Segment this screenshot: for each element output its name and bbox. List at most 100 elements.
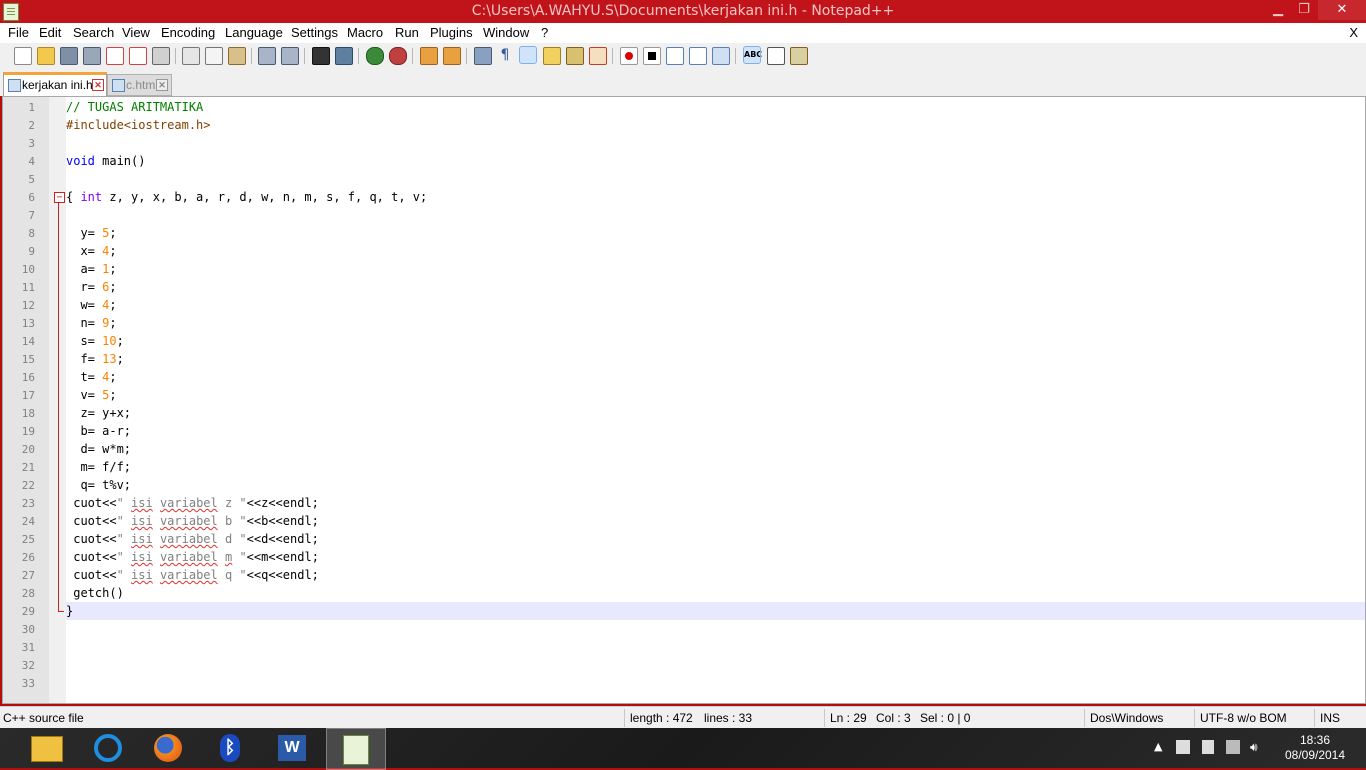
tab-c-htm[interactable]: c.htm ✕ xyxy=(107,74,172,96)
code-line[interactable]: cuot<<" isi variabel d "<<d<<endl; xyxy=(66,532,319,546)
sync-horizontal-icon[interactable] xyxy=(443,47,461,65)
menu-file[interactable]: File xyxy=(8,25,29,40)
find-icon[interactable] xyxy=(312,47,330,65)
code-line[interactable]: b= a-r; xyxy=(66,424,131,438)
code-line[interactable]: d= w*m; xyxy=(66,442,131,456)
code-editor[interactable]: 1 // TUGAS ARITMATIKA 2 #include<iostream.h… xyxy=(2,96,1366,704)
menu-help[interactable]: ? xyxy=(541,25,548,40)
code-line[interactable]: w= 4; xyxy=(66,298,116,312)
cut-icon[interactable] xyxy=(182,47,200,65)
bluetooth-icon[interactable]: ᛒ xyxy=(202,728,260,768)
code-line[interactable]: t= 4; xyxy=(66,370,116,384)
save-icon[interactable] xyxy=(60,47,78,65)
minimize-button[interactable]: ▁ xyxy=(1265,0,1291,20)
user-lang-icon[interactable] xyxy=(543,47,561,65)
code-line[interactable]: void main() xyxy=(66,154,145,168)
save-macro-icon[interactable] xyxy=(712,47,730,65)
menu-language[interactable]: Language xyxy=(225,25,283,40)
zoom-in-icon[interactable] xyxy=(366,47,384,65)
fold-collapse-icon[interactable]: − xyxy=(54,192,65,203)
close-all-icon[interactable] xyxy=(129,47,147,65)
firefox-icon[interactable] xyxy=(140,728,198,768)
function-list-icon[interactable] xyxy=(589,47,607,65)
volume-icon[interactable]: 🔊︎ xyxy=(1250,740,1258,755)
code-line[interactable]: x= 4; xyxy=(66,244,117,258)
code-line[interactable]: cuot<<" isi variabel z "<<z<<endl; xyxy=(66,496,319,510)
close-document-button[interactable]: X xyxy=(1349,25,1358,40)
stop-record-icon[interactable] xyxy=(643,47,661,65)
menu-settings[interactable]: Settings xyxy=(291,25,338,40)
word-icon[interactable]: W xyxy=(264,728,322,768)
code-line[interactable]: #include<iostream.h> xyxy=(66,118,211,132)
fold-end-marker xyxy=(58,611,64,612)
notepadpp-icon[interactable] xyxy=(326,728,386,770)
show-hidden-icons-icon[interactable]: ▲ xyxy=(1154,740,1162,753)
tab-close-icon[interactable]: ✕ xyxy=(92,79,104,91)
code-line[interactable]: y= 5; xyxy=(66,226,116,240)
record-macro-icon[interactable] xyxy=(620,47,638,65)
code-line[interactable]: cuot<<" isi variabel b "<<b<<endl; xyxy=(66,514,319,528)
zoom-out-icon[interactable] xyxy=(389,47,407,65)
file-explorer-icon[interactable] xyxy=(17,728,75,768)
playback-macro-icon[interactable] xyxy=(666,47,684,65)
internet-explorer-icon[interactable] xyxy=(80,728,138,768)
toolbar: ¶ ABC xyxy=(0,43,1366,70)
code-token: ; xyxy=(109,244,117,258)
indent-guide-icon[interactable] xyxy=(519,46,537,64)
line-number: 4 xyxy=(28,155,35,168)
code-line[interactable]: r= 6; xyxy=(66,280,116,294)
code-line[interactable]: v= 5; xyxy=(66,388,116,402)
extra-icon[interactable] xyxy=(790,47,808,65)
copy-icon[interactable] xyxy=(205,47,223,65)
system-clock[interactable]: 18:36 08/09/2014 xyxy=(1270,733,1360,763)
word-wrap-icon[interactable] xyxy=(474,47,492,65)
code-line[interactable]: f= 13; xyxy=(66,352,123,366)
power-icon[interactable] xyxy=(1202,740,1214,754)
menu-search[interactable]: Search xyxy=(73,25,114,40)
action-center-icon[interactable] xyxy=(1176,740,1190,754)
save-all-icon[interactable] xyxy=(83,47,101,65)
code-line[interactable]: getch() xyxy=(66,586,124,600)
menu-encoding[interactable]: Encoding xyxy=(161,25,215,40)
tab-kerjakan-ini-h[interactable]: kerjakan ini.h ✕ xyxy=(3,72,107,96)
tab-close-icon[interactable]: ✕ xyxy=(156,79,168,91)
close-icon[interactable] xyxy=(106,47,124,65)
close-window-button[interactable]: ✕ xyxy=(1318,0,1366,20)
code-line[interactable]: cuot<<" isi variabel q "<<q<<endl; xyxy=(66,568,319,582)
code-line[interactable]: // TUGAS ARITMATIKA xyxy=(66,100,203,114)
status-eol: Dos\Windows xyxy=(1090,711,1164,725)
menu-window[interactable]: Window xyxy=(483,25,529,40)
code-token: void xyxy=(66,154,95,168)
sync-vertical-icon[interactable] xyxy=(420,47,438,65)
redo-icon[interactable] xyxy=(281,47,299,65)
code-line[interactable]: q= t%v; xyxy=(66,478,131,492)
run-macro-multiple-icon[interactable] xyxy=(689,47,707,65)
code-line[interactable]: n= 9; xyxy=(66,316,116,330)
code-line[interactable]: } xyxy=(66,604,73,618)
new-file-icon[interactable] xyxy=(14,47,32,65)
undo-icon[interactable] xyxy=(258,47,276,65)
doc-map-icon[interactable] xyxy=(566,47,584,65)
code-token: variabel xyxy=(159,496,218,510)
code-line[interactable]: z= y+x; xyxy=(66,406,131,420)
menu-plugins[interactable]: Plugins xyxy=(430,25,473,40)
code-line[interactable]: m= f/f; xyxy=(66,460,131,474)
spell-check-icon[interactable]: ABC xyxy=(743,46,762,64)
menu-edit[interactable]: Edit xyxy=(39,25,61,40)
code-line[interactable]: a= 1; xyxy=(66,262,116,276)
code-token: cuot<< xyxy=(66,532,117,546)
code-line[interactable]: cuot<<" isi variabel m "<<m<<endl; xyxy=(66,550,319,564)
show-all-chars-icon[interactable]: ¶ xyxy=(497,47,513,63)
maximize-button[interactable]: ❐ xyxy=(1291,0,1317,20)
network-icon[interactable] xyxy=(1226,740,1240,754)
code-line[interactable]: { int z, y, x, b, a, r, d, w, n, m, s, f… xyxy=(66,190,427,204)
open-file-icon[interactable] xyxy=(37,47,55,65)
replace-icon[interactable] xyxy=(335,47,353,65)
console-icon[interactable] xyxy=(767,47,785,65)
menu-view[interactable]: View xyxy=(122,25,150,40)
print-icon[interactable] xyxy=(152,47,170,65)
code-line[interactable]: s= 10; xyxy=(66,334,123,348)
paste-icon[interactable] xyxy=(228,47,246,65)
menu-run[interactable]: Run xyxy=(395,25,419,40)
menu-macro[interactable]: Macro xyxy=(347,25,383,40)
